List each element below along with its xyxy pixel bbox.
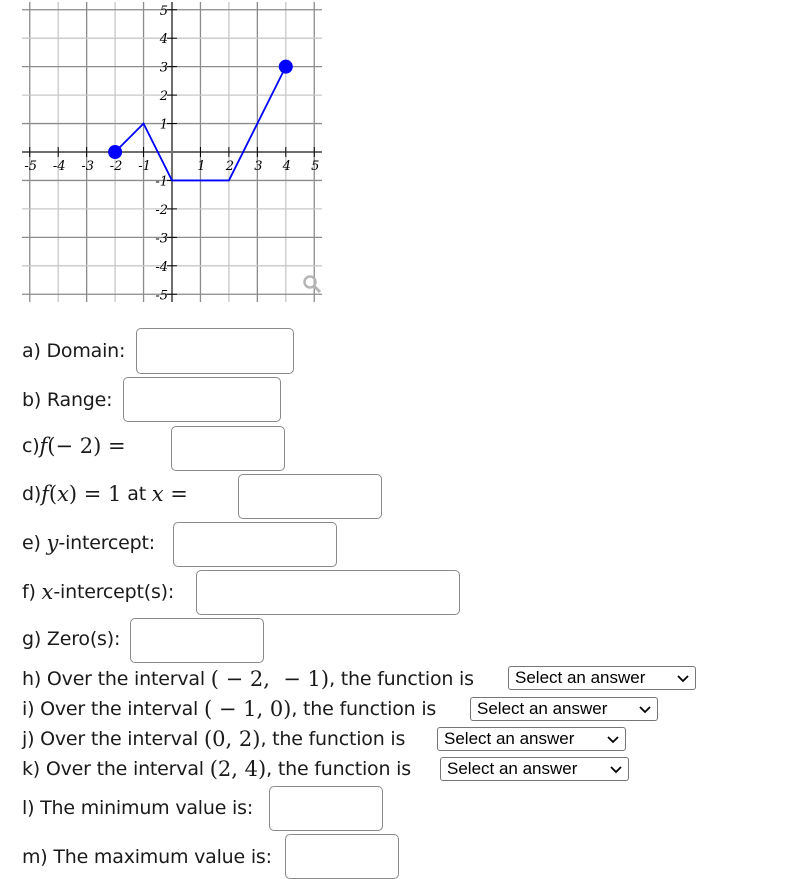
- question-range: b) Range:: [22, 389, 113, 411]
- domain-input[interactable]: [136, 328, 294, 374]
- i-select-text: Select an answer: [477, 699, 608, 718]
- x-tick-label: 3: [254, 159, 262, 174]
- y-tick-label: 2: [159, 89, 168, 104]
- x-tick-label: -1: [138, 159, 151, 174]
- x-tick-label: 1: [197, 159, 205, 174]
- interval-k-select[interactable]: Select an answer: [440, 757, 629, 781]
- closed-endpoint: [108, 145, 123, 159]
- k-prefix: k) Over the interval: [22, 758, 210, 780]
- domain-label: a) Domain:: [22, 340, 126, 362]
- k-select-text: Select an answer: [447, 759, 578, 778]
- question-x-intercepts: f) x -intercept(s):: [22, 580, 174, 604]
- chevron-down-icon: [607, 736, 619, 744]
- x-tick-label: 5: [311, 159, 319, 174]
- question-interval-i: i) Over the interval ( − 1, 0) , the fun…: [22, 697, 436, 721]
- f-equals-1-input[interactable]: [238, 474, 382, 519]
- x-tick-label: -2: [110, 159, 123, 174]
- i-suffix: , the function is: [291, 698, 437, 720]
- e-prefix: e): [22, 532, 47, 554]
- interval-i-select[interactable]: Select an answer: [470, 697, 658, 721]
- f-prefix: f): [22, 581, 42, 603]
- d-mid: at: [121, 483, 152, 505]
- f-var: x: [41, 580, 54, 604]
- f-of-neg2-input[interactable]: [171, 426, 285, 471]
- d-prefix: d): [22, 483, 42, 505]
- range-label: b) Range:: [22, 389, 113, 411]
- minimum-input[interactable]: [269, 786, 383, 831]
- y-tick-label: 4: [159, 32, 168, 47]
- chevron-down-icon: [639, 706, 651, 714]
- question-f-equals-1: d) f(x) = 1 at x =: [22, 482, 188, 506]
- y-tick-label: 1: [160, 118, 168, 133]
- maximum-label: m) The maximum value is:: [22, 846, 272, 868]
- function-graph: -5 -4 -3 -2 -1 1 2 3 4 554321-1-2-3-4-5: [22, 2, 322, 303]
- interval-j-select[interactable]: Select an answer: [437, 727, 626, 751]
- h-select-text: Select an answer: [515, 668, 646, 687]
- range-input[interactable]: [123, 377, 281, 422]
- h-suffix: , the function is: [329, 668, 474, 690]
- k-suffix: , the function is: [266, 758, 411, 780]
- y-tick-label: 5: [160, 4, 168, 19]
- magnifier-icon[interactable]: [303, 275, 322, 294]
- question-minimum: l) The minimum value is:: [22, 797, 253, 819]
- y-tick-label: -3: [155, 231, 168, 246]
- h-interval: ( − 2, − 1): [210, 667, 330, 691]
- e-label: -intercept:: [58, 532, 155, 554]
- zeros-label: g) Zero(s):: [22, 628, 121, 650]
- question-y-intercept: e) y -intercept:: [22, 531, 155, 555]
- j-interval: (0, 2): [203, 727, 261, 751]
- interval-h-select[interactable]: Select an answer: [508, 666, 696, 690]
- zeros-input[interactable]: [130, 618, 264, 663]
- k-interval: (2, 4): [209, 757, 267, 781]
- question-interval-j: j) Over the interval (0, 2) , the functi…: [22, 727, 405, 751]
- c-math: f(− 2) =: [39, 434, 126, 458]
- question-zeros: g) Zero(s):: [22, 628, 120, 650]
- y-tick-label: -5: [155, 288, 168, 303]
- f-label: -intercept(s):: [53, 581, 175, 603]
- question-f-of-neg2: c) f(− 2) =: [22, 434, 126, 458]
- maximum-input[interactable]: [285, 834, 399, 879]
- chevron-down-icon: [677, 675, 689, 683]
- question-domain: a) Domain:: [22, 340, 125, 362]
- question-maximum: m) The maximum value is:: [22, 846, 272, 868]
- y-tick-label: -4: [155, 260, 168, 275]
- i-interval: ( − 1, 0): [203, 697, 292, 721]
- c-prefix: c): [22, 435, 40, 457]
- e-var: y: [46, 531, 59, 555]
- minimum-label: l) The minimum value is:: [22, 797, 254, 819]
- y-tick-label: -2: [155, 203, 168, 218]
- chevron-down-icon: [610, 766, 622, 774]
- y-tick-label: -1: [155, 174, 168, 189]
- x-tick-label: -3: [81, 159, 94, 174]
- d-math1: f(x) = 1: [41, 482, 122, 506]
- j-select-text: Select an answer: [444, 729, 575, 748]
- j-prefix: j) Over the interval: [22, 728, 204, 750]
- closed-endpoint: [278, 59, 293, 74]
- question-interval-k: k) Over the interval (2, 4) , the functi…: [22, 757, 411, 781]
- axes: [22, 2, 322, 302]
- question-interval-h: h) Over the interval ( − 2, − 1) , the f…: [22, 667, 474, 691]
- x-intercepts-input[interactable]: [196, 570, 460, 615]
- d-math2: x =: [151, 482, 188, 506]
- i-prefix: i) Over the interval: [22, 698, 204, 720]
- y-intercept-input[interactable]: [173, 522, 337, 567]
- x-tick-label: -4: [53, 159, 66, 174]
- j-suffix: , the function is: [260, 728, 406, 750]
- x-tick-label: 4: [282, 159, 291, 174]
- y-tick-label: 3: [160, 61, 168, 76]
- h-prefix: h) Over the interval: [22, 668, 211, 690]
- x-tick-label: -5: [24, 159, 37, 174]
